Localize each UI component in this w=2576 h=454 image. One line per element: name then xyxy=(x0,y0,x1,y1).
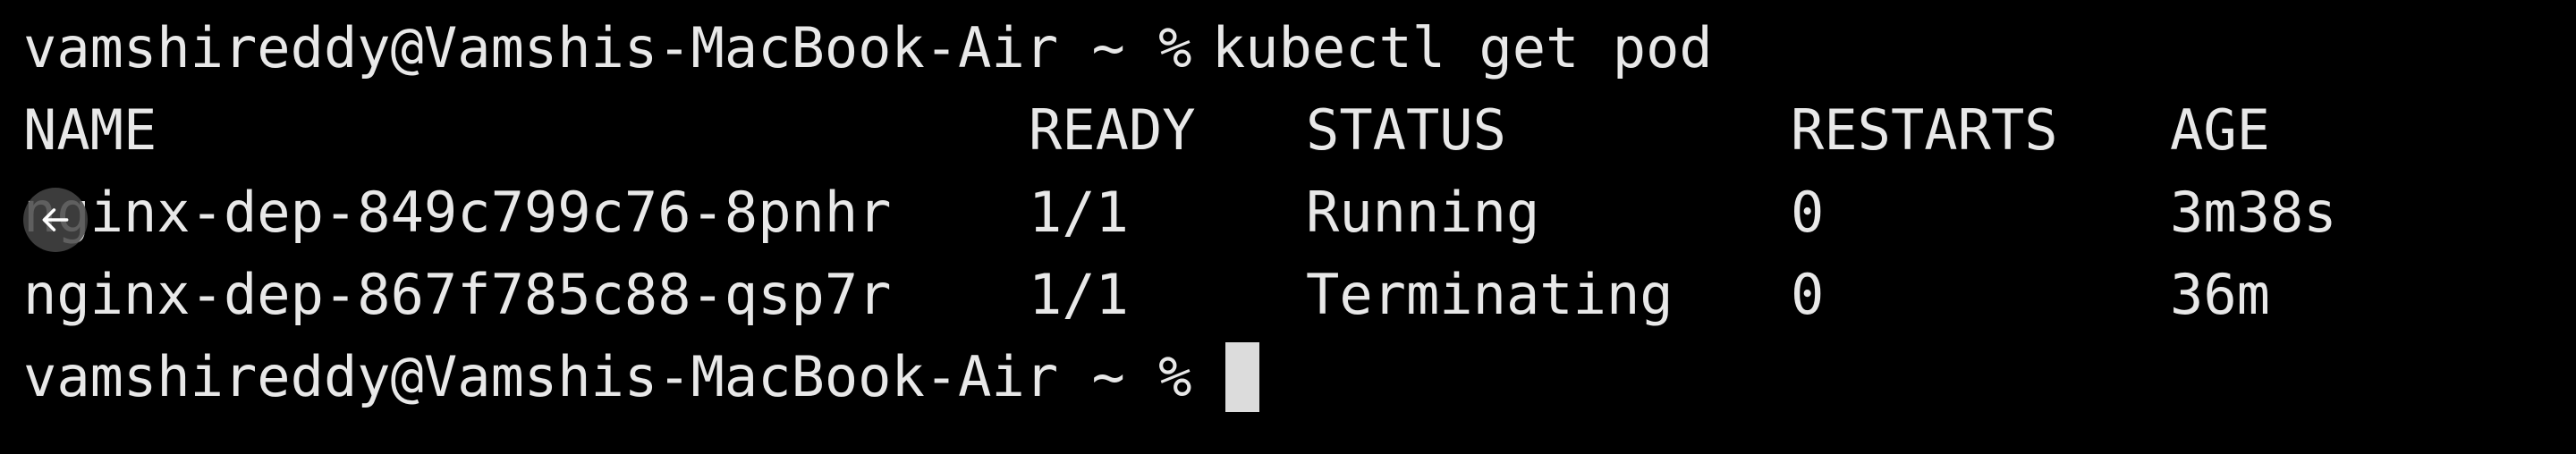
command-line: vamshireddy@Vamshis-MacBook-Air ~ % kube… xyxy=(23,7,1713,89)
table-header: NAME READY STATUS RESTARTS AGE xyxy=(23,89,2555,172)
header-age: AGE xyxy=(2170,97,2270,163)
header-ready: READY xyxy=(1029,97,1196,163)
pod-name: nginx-dep-867f785c88-qsp7r xyxy=(23,262,892,327)
header-name: NAME xyxy=(23,97,157,163)
pod-name: nginx-dep-849c799c76-8pnhr xyxy=(23,180,892,245)
table-row: nginx-dep-867f785c88-qsp7r 1/1 Terminati… xyxy=(23,254,2555,336)
arrow-left-icon xyxy=(42,208,69,231)
pod-status: Terminating xyxy=(1306,262,1674,327)
shell-prompt: vamshireddy@Vamshis-MacBook-Air ~ % xyxy=(23,15,1192,80)
prompt-line[interactable]: vamshireddy@Vamshis-MacBook-Air ~ % xyxy=(23,336,1260,418)
shell-prompt: vamshireddy@Vamshis-MacBook-Air ~ % xyxy=(23,344,1192,409)
header-status: STATUS xyxy=(1306,97,1506,163)
table-row: nginx-dep-849c799c76-8pnhr 1/1 Running 0… xyxy=(23,172,2555,254)
pod-status: Running xyxy=(1306,180,1540,245)
pod-ready: 1/1 xyxy=(1029,262,1129,327)
back-arrow-icon[interactable] xyxy=(23,188,88,252)
terminal-window[interactable]: vamshireddy@Vamshis-MacBook-Air ~ % kube… xyxy=(0,0,2576,454)
pod-age: 36m xyxy=(2170,262,2270,327)
command-text: kubectl get pod xyxy=(1211,15,1713,80)
pod-restarts: 0 xyxy=(1791,180,1825,245)
pod-restarts: 0 xyxy=(1791,262,1825,327)
text-cursor xyxy=(1225,342,1260,412)
header-restarts: RESTARTS xyxy=(1791,97,2058,163)
pod-age: 3m38s xyxy=(2170,180,2337,245)
pod-ready: 1/1 xyxy=(1029,180,1129,245)
